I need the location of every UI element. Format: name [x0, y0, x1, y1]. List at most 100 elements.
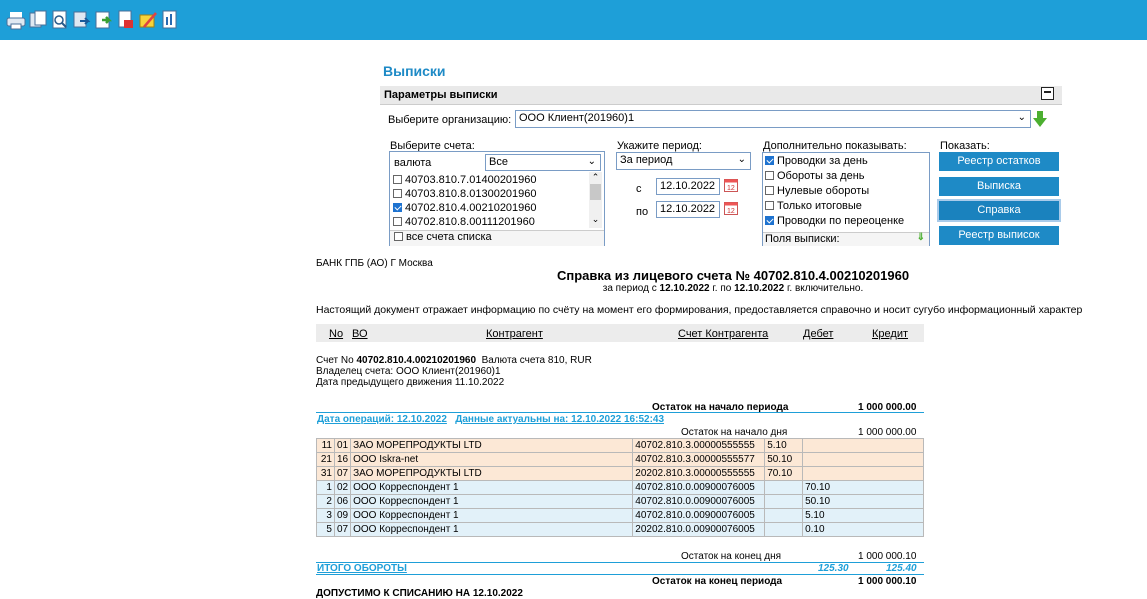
extras-listbox: Проводки за день Обороты за день Нулевые… — [762, 152, 930, 246]
cell-debit: 50.10 — [764, 452, 804, 467]
account-number: 40703.810.7.01400201960 — [405, 174, 537, 186]
extra-item[interactable]: Обороты за день — [765, 170, 904, 185]
top-toolbar — [0, 0, 1147, 40]
cell-debit — [764, 508, 804, 523]
columns-header: No ВО Контрагент Счет Контрагента Дебет … — [316, 324, 924, 342]
cell-vo: 07 — [333, 466, 352, 481]
divider — [316, 412, 924, 413]
table-row: 31 07 ЗАО МОРЕПРОДУКТЫ LTD 20202.810.3.0000… — [316, 466, 924, 481]
preview-icon[interactable] — [50, 9, 70, 31]
col-no[interactable]: No — [329, 328, 343, 340]
checkbox[interactable] — [393, 189, 402, 198]
statement-button[interactable]: Выписка — [939, 177, 1059, 196]
cell-debit — [764, 494, 804, 509]
cell-no: 1 — [316, 480, 335, 495]
report-icon[interactable] — [160, 9, 180, 31]
cell-no: 21 — [316, 452, 335, 467]
print-icon[interactable] — [6, 9, 26, 31]
balances-registry-button[interactable]: Реестр остатков — [939, 152, 1059, 171]
extra-item[interactable]: Проводки за день — [765, 155, 904, 170]
col-counterparty[interactable]: Контрагент — [486, 328, 543, 340]
period-select[interactable]: За период ⌄ — [616, 152, 751, 170]
account-item[interactable]: 40703.810.8.01300201960 — [393, 188, 583, 202]
org-select[interactable]: ООО Клиент(201960)1 ⌄ — [515, 110, 1031, 128]
cell-acc: 40702.810.3.00000555555 — [632, 438, 766, 453]
table-row: 5 07 ООО Корреспондент 1 20202.810.0.009000… — [316, 522, 924, 537]
extra-item[interactable]: Только итоговые — [765, 200, 904, 215]
acc-prefix: Счет No — [316, 355, 357, 366]
checkbox[interactable] — [393, 175, 402, 184]
cell-acc: 40702.810.3.00000555577 — [632, 452, 766, 467]
chevron-down-icon: ⌄ — [587, 156, 596, 167]
cell-vo: 02 — [333, 480, 352, 495]
double-chevron-down-icon[interactable]: ⇓ — [917, 232, 925, 243]
note-icon[interactable] — [138, 9, 158, 31]
closing-value: 1 000 000.10 — [858, 576, 917, 587]
account-item[interactable]: 40702.810.4.00210201960 — [393, 202, 583, 216]
all-accounts-row[interactable]: все счета списка — [390, 230, 604, 246]
disclaimer: Настоящий документ отражает информацию п… — [316, 304, 1083, 316]
col-counterparty-account[interactable]: Счет Контрагента — [678, 328, 768, 340]
calendar-icon[interactable]: 12 — [724, 201, 738, 215]
cell-no: 11 — [316, 438, 335, 453]
org-select-value: ООО Клиент(201960)1 — [519, 112, 635, 124]
owner: Владелец счета: ООО Клиент(201960)1 — [316, 366, 501, 377]
pdf-icon[interactable] — [116, 9, 136, 31]
col-credit[interactable]: Кредит — [872, 328, 908, 340]
acc-number: 40702.810.4.00210201960 — [356, 355, 477, 366]
extra-item[interactable]: Проводки по переоценке — [765, 215, 904, 230]
from-label: с — [636, 183, 642, 195]
cell-acc: 40702.810.0.00900076005 — [632, 494, 766, 509]
totals-row: ИТОГО ОБОРОТЫ 125.30 125.40 — [316, 562, 924, 575]
checkbox[interactable] — [765, 216, 774, 225]
show-label: Показать: — [940, 140, 990, 152]
chevron-down-icon: ⌄ — [737, 154, 746, 165]
svg-text:12: 12 — [727, 208, 735, 215]
copy-icon[interactable] — [28, 9, 48, 31]
statements-registry-button[interactable]: Реестр выписок — [939, 226, 1059, 245]
arrow-down-icon[interactable] — [1033, 111, 1047, 128]
cell-no: 2 — [316, 494, 335, 509]
currency-select[interactable]: Все ⌄ — [485, 154, 601, 171]
checkbox[interactable] — [765, 186, 774, 195]
chevron-down-icon: ⌄ — [1017, 112, 1026, 123]
cell-debit: 5.10 — [764, 438, 804, 453]
send-icon[interactable] — [94, 9, 114, 31]
cell-name: ООО Iskra-net — [350, 452, 634, 467]
checkbox[interactable] — [393, 203, 402, 212]
to-date-input[interactable]: 12.10.2022 — [656, 201, 720, 218]
period-to: 12.10.2022 — [734, 283, 785, 294]
accounts-list: 40703.810.7.01400201960 40703.810.8.0130… — [393, 174, 583, 230]
accounts-listbox: валюта Все ⌄ 40703.810.7.01400201960 407… — [389, 151, 605, 246]
cell-name: ООО Корреспондент 1 — [350, 494, 634, 509]
account-number: 40702.810.8.00111201960 — [405, 216, 535, 228]
checkbox[interactable] — [765, 156, 774, 165]
account-item[interactable]: 40703.810.7.01400201960 — [393, 174, 583, 188]
extra-item[interactable]: Нулевые обороты — [765, 185, 904, 200]
cell-credit — [802, 438, 924, 453]
checkbox[interactable] — [393, 217, 402, 226]
reference-button[interactable]: Справка — [939, 201, 1059, 220]
table-row: 21 16 ООО Iskra-net 40702.810.3.00000555577… — [316, 452, 924, 467]
collapse-icon[interactable] — [1041, 87, 1054, 100]
cell-acc: 40702.810.0.00900076005 — [632, 480, 766, 495]
checkbox[interactable] — [765, 171, 774, 180]
table-row: 3 09 ООО Корреспондент 1 40702.810.0.009000… — [316, 508, 924, 523]
account-item[interactable]: 40702.810.8.00111201960 — [393, 216, 583, 230]
checkbox[interactable] — [394, 232, 403, 241]
accounts-scrollbar[interactable]: ⌃ ⌄ — [589, 172, 602, 228]
svg-text:12: 12 — [727, 185, 735, 192]
col-debit[interactable]: Дебет — [803, 328, 833, 340]
from-date-input[interactable]: 12.10.2022 — [656, 178, 720, 195]
checkbox[interactable] — [765, 201, 774, 210]
fields-row[interactable]: Поля выписки: ⇓ — [763, 232, 929, 246]
export-icon[interactable] — [72, 9, 92, 31]
cell-vo: 06 — [333, 494, 352, 509]
cell-vo: 16 — [333, 452, 352, 467]
period-label: Укажите период: — [617, 140, 702, 152]
cell-vo: 01 — [333, 438, 352, 453]
calendar-icon[interactable]: 12 — [724, 178, 738, 192]
totals-label: ИТОГО ОБОРОТЫ — [317, 563, 407, 574]
cell-debit: 70.10 — [764, 466, 804, 481]
col-vo[interactable]: ВО — [352, 328, 368, 340]
